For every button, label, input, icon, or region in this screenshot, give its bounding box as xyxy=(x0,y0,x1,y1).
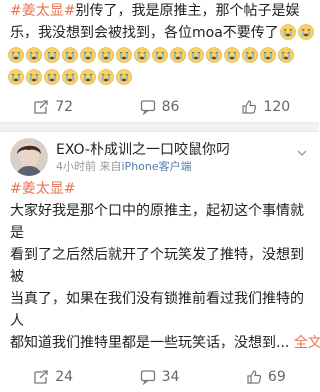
post-2: EXO-朴成训之一口咬鼠你叼 4小时前 来自iPhone客户端 #姜太显# 大家… xyxy=(0,132,320,392)
crying-face-icon xyxy=(188,47,204,63)
like-count: 120 xyxy=(263,99,291,115)
post-2-actions: 24 34 69 xyxy=(0,362,319,392)
post-2-line-3: 当真了，如果在我们没有锁推前看过我们推特的人 xyxy=(10,291,304,329)
post-1: #姜太显#别传了，我是原推主，那个帖子是娱 乐，我没想到会被找到，各位moa不要… xyxy=(0,0,319,122)
crying-face-icon xyxy=(98,47,114,63)
comment-count: 86 xyxy=(161,99,180,115)
crying-face-icon xyxy=(80,47,96,63)
post-1-text-line-2: 乐，我没想到会被找到，各位moa不要传了 xyxy=(10,25,279,41)
repost-button[interactable]: 24 xyxy=(0,369,106,385)
repost-count: 24 xyxy=(55,369,74,385)
comment-count: 34 xyxy=(161,369,180,385)
crying-face-icon xyxy=(44,47,60,63)
comment-icon xyxy=(140,370,155,385)
avatar-image xyxy=(10,138,48,176)
crying-face-icon xyxy=(224,47,240,63)
post-2-header: EXO-朴成训之一口咬鼠你叼 4小时前 来自iPhone客户端 xyxy=(0,132,319,178)
post-2-body: #姜太显# 大家好我是那个口中的原推主，起初这个事情就是 看到了之后然后就开了个… xyxy=(0,178,320,354)
crying-face-icon xyxy=(206,47,222,63)
thumbs-up-icon xyxy=(242,100,257,114)
crying-face-icon xyxy=(26,47,42,63)
crying-face-icon xyxy=(98,69,114,85)
comment-button[interactable]: 34 xyxy=(106,369,212,385)
crying-face-icon xyxy=(44,69,60,85)
post-1-text-line-1: 别传了，我是原推主，那个帖子是娱 xyxy=(75,3,300,19)
crying-face-icon xyxy=(242,47,258,63)
crying-face-icon xyxy=(116,69,132,85)
repost-button[interactable]: 72 xyxy=(0,99,106,115)
like-count: 69 xyxy=(267,369,286,385)
topic-link[interactable]: #姜太显# xyxy=(10,3,75,19)
source-device[interactable]: iPhone客户端 xyxy=(122,160,192,173)
crying-face-icon xyxy=(62,69,78,85)
crying-face-icon xyxy=(298,24,314,40)
crying-face-icon xyxy=(80,69,96,85)
like-button[interactable]: 69 xyxy=(213,369,319,385)
crying-face-icon xyxy=(8,47,24,63)
avatar[interactable] xyxy=(10,138,48,176)
post-time: 4小时前 xyxy=(56,160,96,173)
comment-button[interactable]: 86 xyxy=(106,99,212,115)
username[interactable]: EXO-朴成训之一口咬鼠你叼 xyxy=(56,141,295,159)
post-1-text-row-2: 乐，我没想到会被找到，各位moa不要传了 xyxy=(0,22,319,44)
crying-face-icon xyxy=(280,24,296,40)
post-1-actions: 72 86 120 xyxy=(0,92,319,122)
post-2-line-2: 看到了之后然后就开了个玩笑发了推特，没想到被 xyxy=(10,247,304,285)
post-2-line-1: 大家好我是那个口中的原推主，起初这个事情就是 xyxy=(10,203,304,241)
full-text-link[interactable]: 全文 xyxy=(294,335,320,351)
repost-icon xyxy=(34,370,48,384)
crying-face-icon xyxy=(278,47,294,63)
source-prefix: 来自 xyxy=(99,160,122,173)
crying-face-icon xyxy=(152,47,168,63)
post-2-subline: 4小时前 来自iPhone客户端 xyxy=(56,159,295,175)
like-button[interactable]: 120 xyxy=(213,99,319,115)
crying-face-icon xyxy=(260,47,276,63)
emoji-row-2 xyxy=(0,66,319,88)
crying-face-icon xyxy=(170,47,186,63)
post-2-meta: EXO-朴成训之一口咬鼠你叼 4小时前 来自iPhone客户端 xyxy=(56,141,295,175)
feed-divider xyxy=(0,122,319,132)
repost-icon xyxy=(34,100,48,114)
thumbs-up-icon xyxy=(247,370,262,384)
comment-icon xyxy=(140,100,155,115)
crying-face-icon xyxy=(116,47,132,63)
repost-count: 72 xyxy=(55,99,74,115)
crying-face-icon xyxy=(26,69,42,85)
emoji-row xyxy=(0,44,319,66)
crying-face-icon xyxy=(62,47,78,63)
topic-link[interactable]: #姜太显# xyxy=(10,181,75,197)
post-1-body: #姜太显#别传了，我是原推主，那个帖子是娱 xyxy=(0,0,319,22)
crying-face-icon xyxy=(8,69,24,85)
crying-face-icon xyxy=(134,47,150,63)
post-2-line-4: 都知道我们推特里都是一些玩笑话，没想到... xyxy=(10,335,290,351)
chevron-down-icon[interactable] xyxy=(295,146,309,160)
